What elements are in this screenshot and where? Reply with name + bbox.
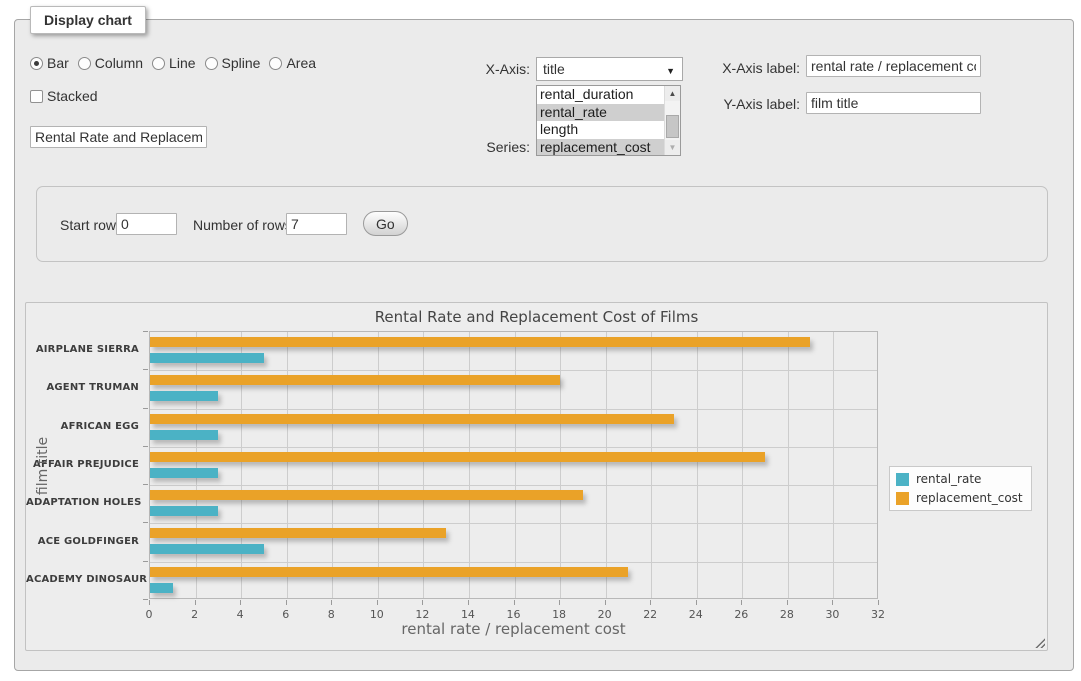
- radio-column-icon[interactable]: [78, 57, 91, 70]
- x-axis-label-field-label: X-Axis label:: [690, 60, 800, 76]
- bar-rental_rate: [150, 430, 218, 440]
- category-label: AFRICAN EGG: [26, 421, 139, 432]
- x-axis-label-input[interactable]: [806, 55, 981, 77]
- category-label: ACADEMY DINOSAUR: [26, 574, 139, 585]
- category-label: AIRPLANE SIERRA: [26, 344, 139, 355]
- legend-label: rental_rate: [916, 472, 981, 486]
- scroll-up-icon[interactable]: ▲: [665, 86, 680, 101]
- series-option[interactable]: length: [537, 121, 664, 139]
- series-option[interactable]: rental_duration: [537, 86, 664, 104]
- radio-line[interactable]: Line: [152, 55, 195, 71]
- stacked-checkbox[interactable]: [30, 90, 43, 103]
- bar-replacement_cost: [150, 414, 674, 424]
- radio-line-label: Line: [169, 55, 195, 71]
- radio-area-icon[interactable]: [269, 57, 282, 70]
- start-row-label: Start row:: [60, 217, 120, 233]
- number-of-rows-label: Number of rows:: [193, 217, 296, 233]
- x-axis-selected-value: title: [543, 61, 565, 77]
- scrollbar-thumb[interactable]: [666, 115, 679, 138]
- radio-spline-label: Spline: [222, 55, 261, 71]
- y-axis-label-input[interactable]: [806, 92, 981, 114]
- bar-replacement_cost: [150, 452, 765, 462]
- go-button[interactable]: Go: [363, 211, 408, 236]
- radio-area-label: Area: [286, 55, 316, 71]
- radio-bar[interactable]: Bar: [30, 55, 69, 71]
- bar-rental_rate: [150, 468, 218, 478]
- resize-grip-icon[interactable]: [1034, 637, 1045, 648]
- radio-spline-icon[interactable]: [205, 57, 218, 70]
- series-options[interactable]: rental_durationrental_ratelengthreplacem…: [537, 86, 664, 155]
- y-axis-label-field-label: Y-Axis label:: [690, 96, 800, 112]
- series-option[interactable]: replacement_cost: [537, 139, 664, 156]
- series-option[interactable]: rental_rate: [537, 104, 664, 122]
- bar-replacement_cost: [150, 490, 583, 500]
- radio-area[interactable]: Area: [269, 55, 316, 71]
- x-axis-select[interactable]: title ▼: [536, 57, 683, 81]
- category-label: AGENT TRUMAN: [26, 382, 139, 393]
- legend-swatch-icon: [896, 473, 909, 486]
- series-scrollbar[interactable]: ▲ ▼: [664, 86, 680, 155]
- y-axis-title: film title: [35, 436, 51, 496]
- stacked-label: Stacked: [47, 88, 98, 104]
- radio-bar-label: Bar: [47, 55, 69, 71]
- scroll-down-icon[interactable]: ▼: [665, 140, 680, 155]
- stacked-option[interactable]: Stacked: [30, 88, 98, 104]
- number-of-rows-input[interactable]: [286, 213, 347, 235]
- legend-row: replacement_cost: [896, 491, 1023, 505]
- chart-title-input[interactable]: [30, 126, 207, 148]
- category-label: ACE GOLDFINGER: [26, 536, 139, 547]
- radio-spline[interactable]: Spline: [205, 55, 261, 71]
- bar-replacement_cost: [150, 337, 810, 347]
- bar-rental_rate: [150, 544, 264, 554]
- chart-legend: rental_rate replacement_cost: [889, 466, 1032, 511]
- radio-line-icon[interactable]: [152, 57, 165, 70]
- bar-replacement_cost: [150, 567, 628, 577]
- chart-container: Rental Rate and Replacement Cost of Film…: [25, 302, 1048, 651]
- radio-column-label: Column: [95, 55, 143, 71]
- page: Display chart Bar Column Line Spline Are…: [0, 0, 1081, 681]
- x-axis-title: rental rate / replacement cost: [149, 620, 878, 638]
- legend-swatch-icon: [896, 492, 909, 505]
- bar-rental_rate: [150, 583, 173, 593]
- category-label: ADAPTATION HOLES: [26, 497, 139, 508]
- radio-column[interactable]: Column: [78, 55, 143, 71]
- chart-title: Rental Rate and Replacement Cost of Film…: [26, 308, 1047, 326]
- radio-bar-icon[interactable]: [30, 57, 43, 70]
- pager-panel: [36, 186, 1048, 262]
- bar-rental_rate: [150, 391, 218, 401]
- plot-area: [149, 331, 878, 599]
- bar-rental_rate: [150, 353, 264, 363]
- chevron-down-icon: ▼: [666, 66, 675, 76]
- start-row-input[interactable]: [116, 213, 177, 235]
- x-axis-label: X-Axis:: [440, 61, 530, 77]
- chart-type-radio-group: Bar Column Line Spline Area: [30, 55, 316, 71]
- bar-rental_rate: [150, 506, 218, 516]
- series-listbox[interactable]: rental_durationrental_ratelengthreplacem…: [536, 85, 681, 156]
- bar-replacement_cost: [150, 375, 560, 385]
- bar-replacement_cost: [150, 528, 446, 538]
- fieldset-legend: Display chart: [30, 6, 146, 34]
- legend-label: replacement_cost: [916, 491, 1023, 505]
- series-label: Series:: [440, 139, 530, 155]
- legend-row: rental_rate: [896, 472, 1023, 486]
